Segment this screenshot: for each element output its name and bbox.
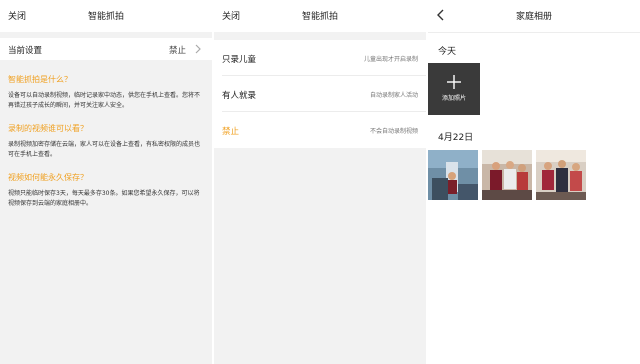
nav-bar: 关闭 智能抓拍 xyxy=(214,0,426,32)
date-heading-today: 今天 xyxy=(438,47,457,57)
faq-question: 智能抓拍是什么？ xyxy=(8,75,72,84)
add-photo-label: 添加照片 xyxy=(441,95,466,102)
current-setting-row[interactable]: 当前设置 禁止 xyxy=(0,38,212,60)
current-setting-value: 禁止 xyxy=(168,46,186,56)
option-name: 禁止 xyxy=(222,127,240,137)
faq-item: 智能抓拍是什么？ 设备可以自动录制视频，临时记录家中动态，供您在手机上查看。您将… xyxy=(8,74,204,111)
current-setting-label: 当前设置 xyxy=(8,46,43,56)
faq-item: 录制的视频谁可以看？ 录制视频加密存储在云端，家人可以在设备上查看，有私密权限的… xyxy=(8,123,204,160)
option-disabled[interactable]: 禁止 不会自动录制视频 xyxy=(214,112,426,148)
photo-image xyxy=(428,150,478,200)
chevron-right-icon xyxy=(195,44,201,54)
page-title: 智能抓拍 xyxy=(301,12,338,22)
photo-thumbnail[interactable] xyxy=(482,150,532,200)
faq-answer: 录制视频加密存储在云端，家人可以在设备上查看，有私密权限的成员也可在手机上查看。 xyxy=(8,141,201,158)
option-name: 只录儿童 xyxy=(222,55,257,65)
date-heading: 4月22日 xyxy=(438,133,474,143)
smart-capture-options-panel: 关闭 智能抓拍 只录儿童 儿童出现才开启录制 有人就录 自动录制家人活动 禁止 … xyxy=(214,0,426,364)
faq-answer: 设备可以自动录制视频，临时记录家中动态，供您在手机上查看。您将不再错过孩子成长的… xyxy=(8,92,201,109)
plus-icon xyxy=(447,75,461,89)
photo-image xyxy=(536,150,586,200)
add-photo-button[interactable]: 添加照片 xyxy=(428,63,480,115)
photo-thumbnail[interactable] xyxy=(428,150,478,200)
photo-image xyxy=(482,150,532,200)
option-desc: 自动录制家人活动 xyxy=(369,92,418,99)
option-anyone[interactable]: 有人就录 自动录制家人活动 xyxy=(214,76,426,112)
page-title: 智能抓拍 xyxy=(87,12,124,22)
faq-question: 视频如何能永久保存？ xyxy=(8,173,88,182)
option-desc: 不会自动录制视频 xyxy=(369,128,418,135)
option-name: 有人就录 xyxy=(222,91,257,101)
option-children-only[interactable]: 只录儿童 儿童出现才开启录制 xyxy=(214,40,426,76)
nav-bar: 家庭相册 xyxy=(428,0,640,32)
nav-bar: 关闭 智能抓拍 xyxy=(0,0,212,32)
faq-item: 视频如何能永久保存？ 视频只能临时保存3天，每天最多存30条。如果您希望永久保存… xyxy=(8,172,204,209)
faq-answer: 视频只能临时保存3天，每天最多存30条。如果您希望永久保存，可以将视频保存到云端… xyxy=(8,190,200,207)
nav-divider xyxy=(428,32,640,33)
page-title: 家庭相册 xyxy=(515,12,552,22)
smart-capture-info-panel: 关闭 智能抓拍 当前设置 禁止 智能抓拍是什么？ 设备可以自动录制视频，临时记录… xyxy=(0,0,212,364)
photo-thumbnail[interactable] xyxy=(536,150,586,200)
option-desc: 儿童出现才开启录制 xyxy=(363,56,418,63)
faq-question: 录制的视频谁可以看？ xyxy=(8,124,88,133)
